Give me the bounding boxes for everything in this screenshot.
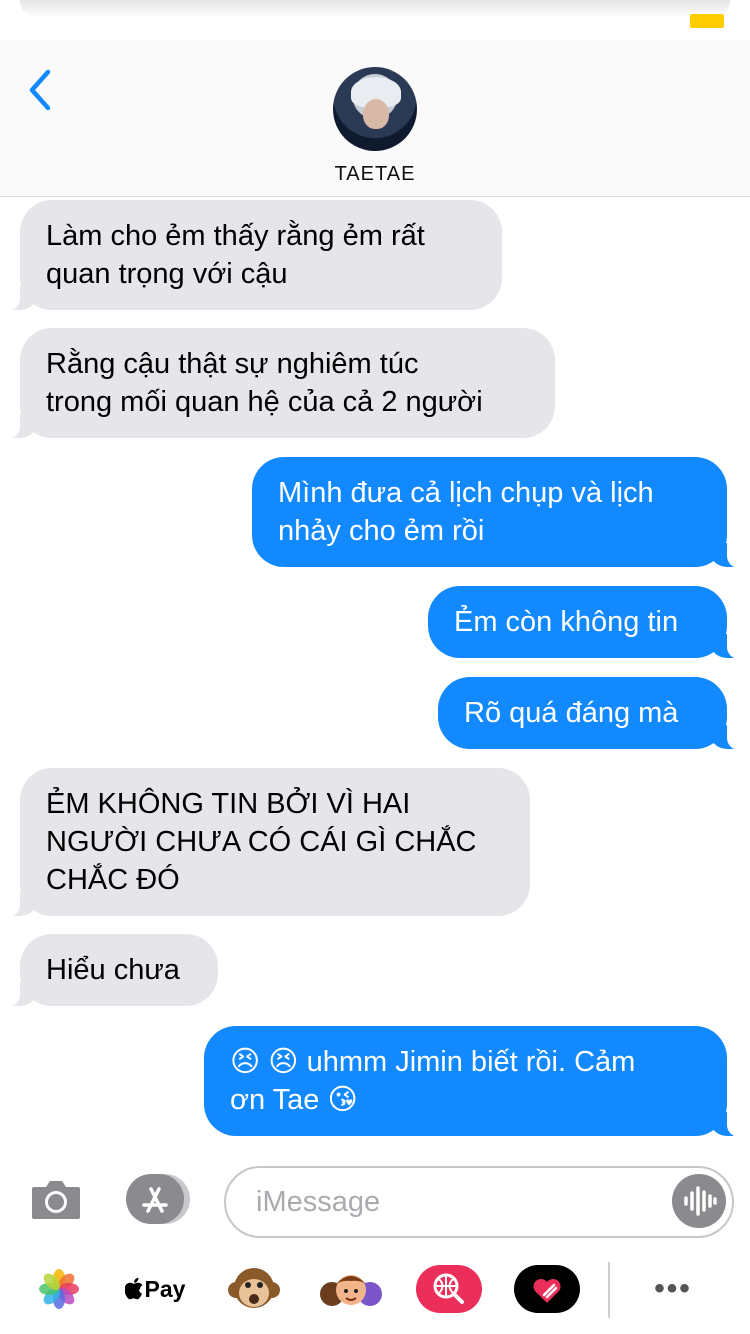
contact-name[interactable]: TAETAE [0, 163, 750, 186]
message-bubble-incoming[interactable]: Hiểu chưa [4, 934, 218, 1007]
apple-icon [124, 1277, 143, 1300]
web-search-app[interactable] [416, 1261, 482, 1317]
drawer-divider [608, 1262, 610, 1318]
web-search-icon [416, 1265, 482, 1313]
message-text: Làm cho ẻm thấy rằng ẻm rất quan trọng v… [46, 220, 425, 290]
message-bubble-incoming[interactable]: ẺM KHÔNG TIN BỞI VÌ HAI NGƯỜI CHƯA CÓ CÁ… [4, 768, 530, 917]
message-bubble-outgoing[interactable]: Mình đưa cả lịch chụp và lịch nhảy cho ẻ… [252, 457, 743, 568]
more-icon: ••• [654, 1272, 692, 1305]
message-bubble-incoming[interactable]: Làm cho ẻm thấy rằng ẻm rất quan trọng v… [4, 200, 502, 311]
apple-pay-app[interactable]: Pay [118, 1261, 192, 1317]
message-text: Hiểu chưa [46, 954, 180, 986]
message-input[interactable] [224, 1166, 734, 1238]
camera-button[interactable] [30, 1177, 82, 1221]
app-store-button[interactable] [126, 1174, 190, 1224]
battery-icon [690, 14, 724, 28]
animoji-app[interactable] [224, 1261, 284, 1317]
more-apps-button[interactable]: ••• [640, 1261, 706, 1317]
memoji-stickers-app[interactable] [318, 1261, 384, 1317]
digital-touch-app[interactable] [514, 1261, 580, 1317]
message-text: Rõ quá đáng mà [464, 697, 679, 729]
avatar-face [363, 99, 389, 129]
digital-touch-icon [514, 1265, 580, 1313]
message-text: ẺM KHÔNG TIN BỞI VÌ HAI NGƯỜI CHƯA CÓ CÁ… [46, 788, 477, 896]
message-bubble-outgoing[interactable]: Rõ quá đáng mà [438, 677, 743, 750]
status-shadow [20, 0, 730, 18]
photos-app[interactable] [36, 1261, 82, 1317]
chevron-left-icon [29, 69, 51, 111]
apple-pay-label: Pay [144, 1275, 186, 1302]
avatar[interactable] [333, 67, 417, 151]
message-text: Mình đưa cả lịch chụp và lịch nhảy cho ẻ… [278, 477, 654, 547]
app-drawer: Pay ••• [0, 1252, 750, 1334]
audio-message-button[interactable] [672, 1174, 726, 1228]
message-text: 😣 😣 uhmm Jimin biết rồi. Cảm ơn Tae 😘 [230, 1046, 636, 1116]
photos-icon [39, 1269, 79, 1309]
message-bubble-incoming[interactable]: Rằng cậu thật sự nghiêm túc trong mối qu… [4, 328, 555, 439]
monkey-memoji-icon [228, 1268, 280, 1308]
app-store-icon [126, 1174, 190, 1224]
composer-bar [0, 1160, 750, 1244]
message-bubble-outgoing[interactable]: Ẻm còn không tin [428, 586, 743, 659]
message-text: Rằng cậu thật sự nghiêm túc trong mối qu… [46, 348, 483, 418]
message-text: Ẻm còn không tin [454, 606, 679, 638]
back-button[interactable] [24, 66, 64, 114]
camera-icon [32, 1181, 80, 1219]
audio-wave-icon [684, 1186, 717, 1216]
message-thread: Làm cho ẻm thấy rằng ẻm rất quan trọng v… [0, 198, 750, 1148]
message-bubble-outgoing[interactable]: 😣 😣 uhmm Jimin biết rồi. Cảm ơn Tae 😘 [204, 1026, 743, 1137]
status-bar [0, 0, 750, 40]
conversation-header: TAETAE [0, 40, 750, 197]
memoji-stickers-icon [320, 1275, 382, 1306]
